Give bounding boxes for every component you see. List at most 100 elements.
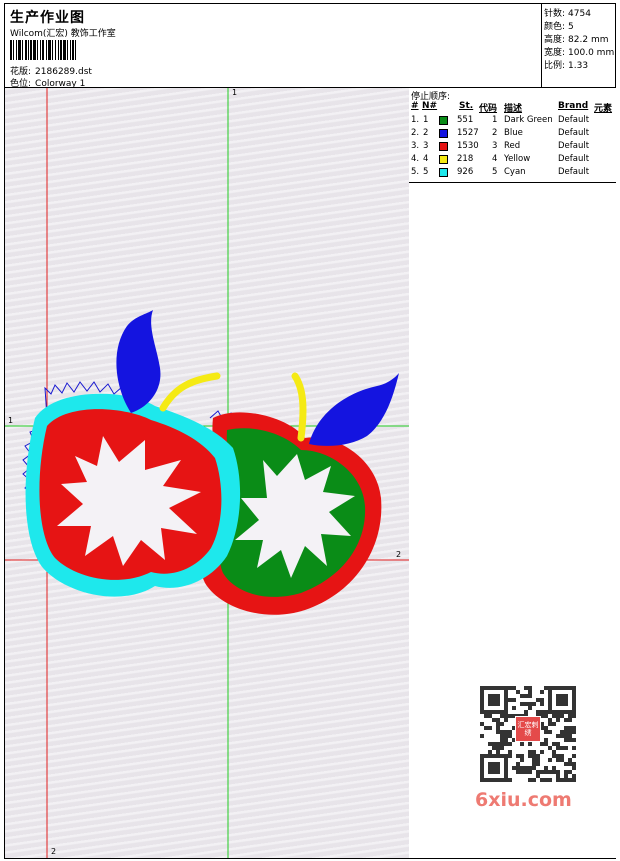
row-index: 1. [411,115,420,125]
left-stem [159,372,221,412]
color-swatch [439,168,448,177]
col-header: 描述 [504,104,523,114]
qr-module [532,758,536,762]
qr-module [572,778,576,782]
qr-module [528,706,532,710]
qr-module [564,770,568,774]
qr-module [504,738,508,742]
qr-module [484,726,488,730]
qr-module [532,762,536,766]
qr-module [496,722,500,726]
qr-module [504,742,508,746]
qr-module [568,734,572,738]
qr-module [532,766,536,770]
qr-module [480,722,484,726]
qr-module [532,750,536,754]
stat-value: 100.0 mm [568,48,615,58]
qr-module [556,754,560,758]
qr-module [524,710,528,714]
stat-colors: 颜色: 5 [544,19,574,32]
guide-label-green-v: 1 [232,88,238,97]
qr-module [540,742,544,746]
barcode-bar [76,40,78,60]
qr-module [500,722,504,726]
qr-module [540,770,544,774]
qr-module [544,730,548,734]
row-brand: Default [558,141,590,151]
qr-module [524,694,528,698]
qr-module [492,746,496,750]
qr-module [512,698,516,702]
qr-module [544,738,548,742]
row-description: Dark Green [504,115,553,125]
qr-module [540,702,544,706]
qr-module [508,714,512,718]
qr-module [540,710,544,714]
qr-module [492,718,496,722]
qr-module [504,734,508,738]
qr-module [528,702,532,706]
qr-module [496,730,500,734]
qr-module [524,766,528,770]
header: 生产作业图 Wilcom(汇宏) 教饰工作室 花版: 2186289.dst 色位… [4,3,542,89]
barcode [10,40,146,60]
qr-module [560,714,564,718]
row-brand: Default [558,167,590,177]
row-number: 5 [423,167,429,177]
row-code: 2 [492,128,498,138]
qr-module [560,746,564,750]
row-brand: Default [558,128,590,138]
right-leaf [309,373,399,446]
stat-label: 针数: [544,9,566,19]
qr-module [572,766,576,770]
qr-module [568,770,572,774]
row-stitches: 1527 [457,128,479,138]
qr-module [544,770,548,774]
stop-sequence-table: 停止顺序: # N# St. 代码 描述 Brand 元素 1. 1 551 1 Dar… [409,88,616,183]
qr-module [556,718,560,722]
qr-module [556,746,560,750]
stat-value: 1.33 [568,61,589,71]
qr-module [524,702,528,706]
qr-module [572,754,576,758]
qr-module [568,714,572,718]
qr-module [528,694,532,698]
qr-module [560,778,564,782]
qr-module [572,726,576,730]
qr-module [504,714,508,718]
qr-module [564,734,568,738]
qr-module [572,746,576,750]
qr-module [568,758,572,762]
qr-module [536,710,540,714]
stats-box: 针数: 4754 颜色: 5 高度: 82.2 mm 宽度: 100.0 mm 比例: 1… [541,3,616,88]
qr-module [536,762,540,766]
qr-module [560,734,564,738]
stop-sequence-row: 3. 3 1530 3 Red Default [409,140,616,153]
qr-module [564,730,568,734]
qr-module [500,714,504,718]
qr-module [556,714,560,718]
qr-module [556,734,560,738]
qr-module [568,762,572,766]
qr-module [496,750,500,754]
qr-module [572,774,576,778]
studio-subtitle: Wilcom(汇宏) 教饰工作室 [10,29,116,39]
qr-module [512,686,516,690]
row-number: 1 [423,115,429,125]
qr-finder-inner [556,694,568,706]
guide-label-red-h: 2 [396,550,402,559]
qr-module [496,718,500,722]
qr-finder-inner [488,762,500,774]
color-swatch [439,142,448,151]
qr-module [520,770,524,774]
qr-module [544,710,548,714]
design-canvas: 1 1 2 2 [5,88,410,858]
row-description: Cyan [504,167,526,177]
qr-module [528,766,532,770]
qr-module [552,754,556,758]
embroidery-design [5,88,409,858]
qr-module [564,762,568,766]
qr-module [536,698,540,702]
qr-module [568,778,572,782]
row-stitches: 551 [457,115,474,125]
